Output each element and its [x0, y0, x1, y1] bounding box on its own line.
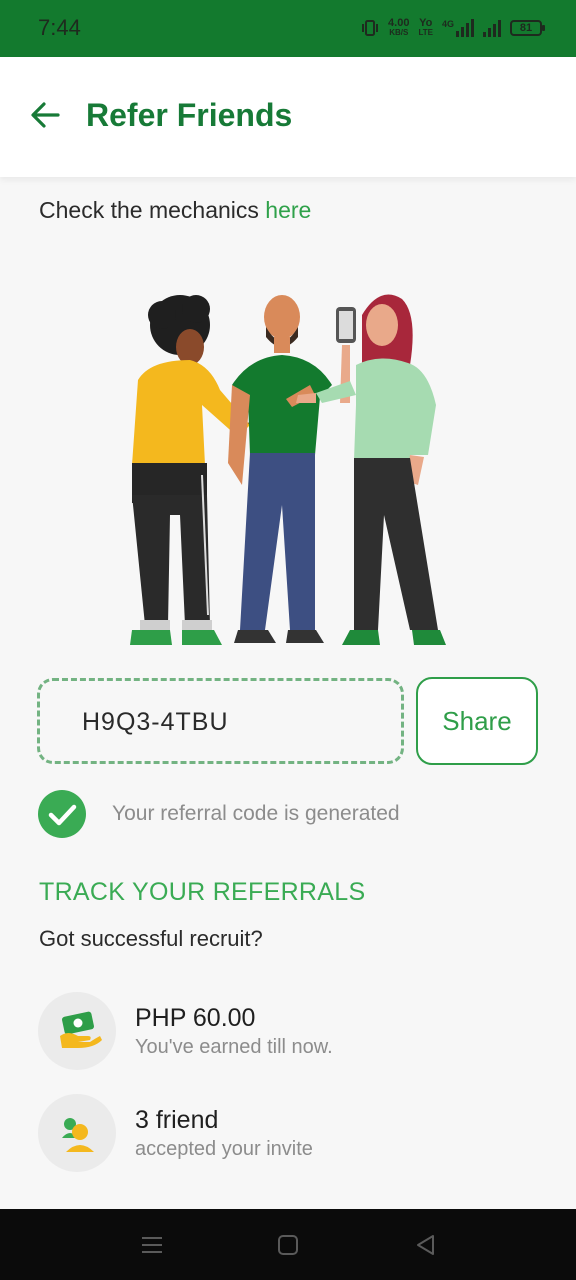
back-nav-button[interactable] — [412, 1231, 440, 1259]
status-bar: 7:44 4.00 KB/S Yo LTE 4G 81 — [0, 0, 576, 57]
referral-code-box[interactable]: H9Q3-4TBU — [37, 678, 404, 764]
volte-bottom: LTE — [418, 28, 433, 37]
network-speed-value: 4.00 — [388, 17, 410, 29]
volte-top: Yo — [419, 17, 433, 29]
money-hand-icon — [38, 992, 116, 1070]
home-button[interactable] — [274, 1231, 302, 1259]
battery-icon: 81 — [510, 20, 545, 36]
friends-icon — [38, 1094, 116, 1172]
back-button[interactable] — [28, 97, 64, 133]
checkmark-icon — [48, 804, 77, 826]
network-speed: 4.00 KB/S — [388, 18, 409, 38]
referral-generated-message: Your referral code is generated — [112, 802, 400, 825]
referral-code[interactable]: H9Q3-4TBU — [82, 708, 229, 737]
friends-label: accepted your invite — [135, 1138, 313, 1160]
friends-value: 3 friend — [135, 1106, 219, 1134]
person-green — [228, 295, 332, 643]
system-nav-bar — [0, 1209, 576, 1280]
share-button[interactable]: Share — [416, 677, 538, 765]
mechanics-here-link[interactable]: here — [265, 197, 311, 223]
status-time: 7:44 — [38, 15, 81, 40]
vibrate-icon — [362, 20, 379, 36]
network-speed-unit: KB/S — [389, 28, 409, 37]
triangle-back-icon — [417, 1235, 434, 1255]
home-square-icon — [278, 1235, 298, 1255]
mechanics-prefix: Check the mechanics — [39, 197, 266, 223]
page-title: Refer Friends — [86, 97, 293, 133]
friends-illustration — [130, 294, 446, 645]
earnings-value: PHP 60.00 — [135, 1004, 256, 1032]
track-referrals-subtitle: Got successful recruit? — [39, 926, 263, 951]
mechanics-text: Check the mechanics here — [39, 197, 311, 224]
menu-button[interactable] — [138, 1231, 166, 1259]
volte-indicator: Yo LTE — [418, 18, 433, 38]
menu-icon — [142, 1237, 162, 1253]
earnings-label: You've earned till now. — [135, 1036, 333, 1058]
signal-bars-icon — [456, 19, 474, 37]
track-referrals-heading: TRACK YOUR REFERRALS — [39, 878, 366, 906]
arrow-left-icon — [31, 102, 60, 128]
network-type: 4G — [441, 19, 454, 29]
check-circle-icon — [38, 790, 86, 838]
status-icons: 4.00 KB/S Yo LTE 4G 81 — [361, 15, 545, 41]
app-bar: Refer Friends — [0, 57, 576, 177]
signal-1: 4G — [442, 19, 474, 37]
signal-bars-2-icon — [483, 19, 501, 37]
person-red-hair — [296, 294, 446, 645]
